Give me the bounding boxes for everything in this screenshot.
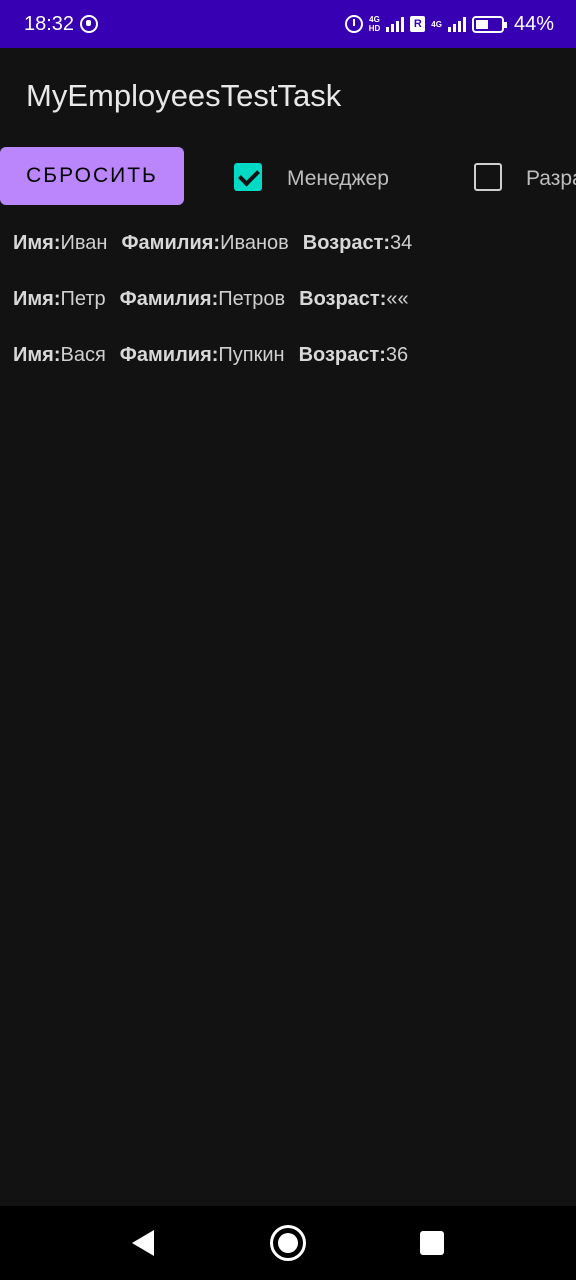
name-label: Имя: [13,232,61,254]
signal-icon [447,16,466,32]
navigation-bar [0,1206,576,1280]
status-time: 18:32 [24,13,75,35]
employee-surname: Иванов [220,232,289,254]
surname-label: Фамилия: [121,232,221,254]
app-bar: MyEmployeesTestTask [0,48,576,144]
roaming-icon: R [410,16,426,32]
employee-age: «« [386,288,409,310]
notification-icon [80,15,98,33]
app-title: MyEmployeesTestTask [26,78,342,113]
name-label: Имя: [13,344,61,366]
age-label: Возраст: [299,288,387,310]
age-label: Возраст: [298,344,386,366]
name-label: Имя: [13,288,61,310]
surname-label: Фамилия: [119,288,219,310]
back-icon[interactable] [132,1230,154,1256]
developer-checkbox[interactable] [474,163,502,191]
recents-icon[interactable] [420,1231,444,1255]
employee-age: 36 [385,344,409,366]
network-type-label: 4G [369,15,380,24]
alarm-icon [344,15,363,33]
developer-checkbox-label[interactable]: Разработчик [526,167,576,191]
employee-row: Имя:Петр Фамилия:Петров Возраст:«« [13,288,409,311]
network-hd-label: HD [368,24,381,33]
network-indicator-1: 4G HD [369,15,381,33]
battery-charging-icon [471,15,507,33]
reset-button[interactable]: СБРОСИТЬ [0,147,184,205]
employee-name: Иван [60,232,108,254]
employee-surname: Петров [218,288,286,310]
employee-surname: Пупкин [218,344,285,366]
battery-percent: 44% [513,12,554,35]
employee-name: Вася [60,344,106,366]
surname-label: Фамилия: [119,344,219,366]
employee-age: 34 [390,232,413,254]
network-type-label-2: 4G [431,19,442,29]
employee-name: Петр [60,288,106,310]
status-bar: 18:32 4G HD R 4G 44% [0,0,576,48]
employee-row: Имя:Вася Фамилия:Пупкин Возраст:36 [13,344,408,367]
home-icon[interactable] [270,1225,306,1261]
manager-checkbox-label[interactable]: Менеджер [287,167,389,191]
employee-row: Имя:Иван Фамилия:Иванов Возраст:34 [13,232,412,255]
manager-checkbox[interactable] [234,163,262,191]
signal-icon [386,16,405,32]
status-icons: 4G HD R 4G 44% [344,0,554,48]
age-label: Возраст: [302,232,391,254]
